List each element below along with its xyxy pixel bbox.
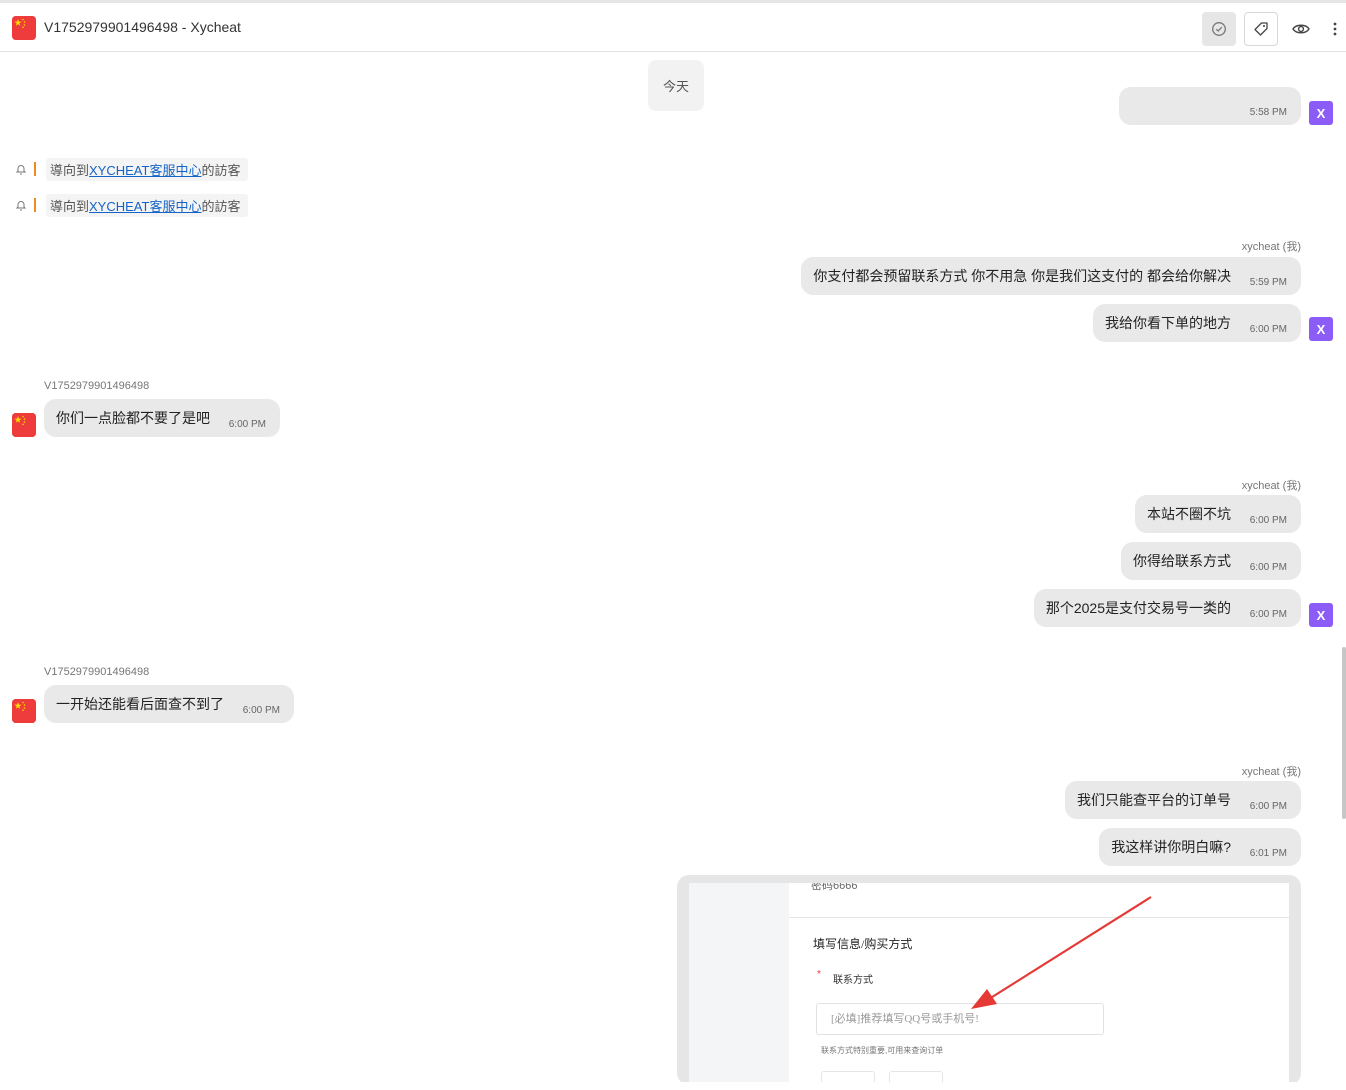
visitor-avatar-flag-icon bbox=[12, 699, 36, 723]
message-bubble[interactable]: 那个2025是支付交易号一类的 6:00 PM bbox=[1033, 589, 1301, 627]
message-bubble[interactable]: 你支付都会预留联系方式 你不用急 你是我们这支付的 都会给你解决 5:59 PM bbox=[801, 257, 1301, 295]
message-bubble[interactable]: 本站不圈不坑 6:00 PM bbox=[1135, 495, 1301, 533]
scrollbar[interactable] bbox=[1342, 647, 1346, 819]
agent-avatar: X bbox=[1309, 603, 1333, 627]
red-arrow-icon bbox=[971, 896, 1152, 1009]
message-bubble[interactable]: 我给你看下单的地方 6:00 PM bbox=[1093, 304, 1301, 342]
image-attachment[interactable]: 密码6666 填写信息/购买方式 * 联系方式 [必填]推荐填写QQ号或手机号!… bbox=[677, 875, 1301, 1082]
sender-name: xycheat (我) bbox=[1241, 766, 1301, 778]
resolve-button[interactable] bbox=[1202, 12, 1236, 46]
message-bubble[interactable]: 一开始还能看后面查不到了 6:00 PM bbox=[44, 685, 294, 723]
message-bubble[interactable]: 你们一点脸都不要了是吧 6:00 PM bbox=[44, 399, 280, 437]
event-link[interactable]: XYCHEAT客服中心 bbox=[89, 163, 201, 178]
more-vertical-icon bbox=[1333, 22, 1337, 36]
sender-name: V1752979901496498 bbox=[44, 380, 150, 392]
message-bubble[interactable]: 我们只能查平台的订单号 6:00 PM bbox=[1065, 781, 1301, 819]
visitor-avatar-flag-icon bbox=[12, 413, 36, 437]
check-circle-icon bbox=[1212, 22, 1226, 36]
conversation-title: V1752979901496498 - Xycheat bbox=[44, 19, 241, 35]
eye-icon bbox=[1292, 24, 1310, 34]
china-flag-icon bbox=[12, 16, 36, 40]
agent-avatar: X bbox=[1309, 101, 1333, 125]
attached-screenshot[interactable]: 密码6666 填写信息/购买方式 * 联系方式 [必填]推荐填写QQ号或手机号!… bbox=[689, 883, 1289, 1082]
agent-avatar: X bbox=[1309, 317, 1333, 341]
sender-name: xycheat (我) bbox=[1241, 480, 1301, 492]
day-separator: 今天 bbox=[648, 60, 704, 111]
tag-icon bbox=[1254, 22, 1268, 36]
message-bubble[interactable]: 你得给联系方式 6:00 PM bbox=[1121, 542, 1301, 580]
message-bubble[interactable]: 我这样讲你明白嘛? 6:01 PM bbox=[1099, 828, 1301, 866]
message-bubble-partial: 5:58 PM bbox=[1119, 87, 1301, 125]
system-event: 導向到XYCHEAT客服中心的訪客 bbox=[14, 193, 249, 217]
bell-icon bbox=[14, 200, 28, 211]
more-options-button[interactable] bbox=[1320, 12, 1346, 46]
conversation-header: V1752979901496498 - Xycheat bbox=[0, 0, 1346, 52]
sender-name: V1752979901496498 bbox=[44, 666, 150, 678]
system-event: 導向到XYCHEAT客服中心的訪客 bbox=[14, 157, 249, 181]
bell-icon bbox=[14, 164, 28, 175]
sender-name: xycheat (我) bbox=[1241, 241, 1301, 253]
watch-button[interactable] bbox=[1284, 12, 1318, 46]
tag-button[interactable] bbox=[1244, 12, 1278, 46]
message-thread[interactable]: 5:58 PM X 今天 導向到XYCHEAT客服中心的訪客 導向到XYCHEA… bbox=[0, 52, 1346, 1082]
event-link[interactable]: XYCHEAT客服中心 bbox=[89, 199, 201, 214]
